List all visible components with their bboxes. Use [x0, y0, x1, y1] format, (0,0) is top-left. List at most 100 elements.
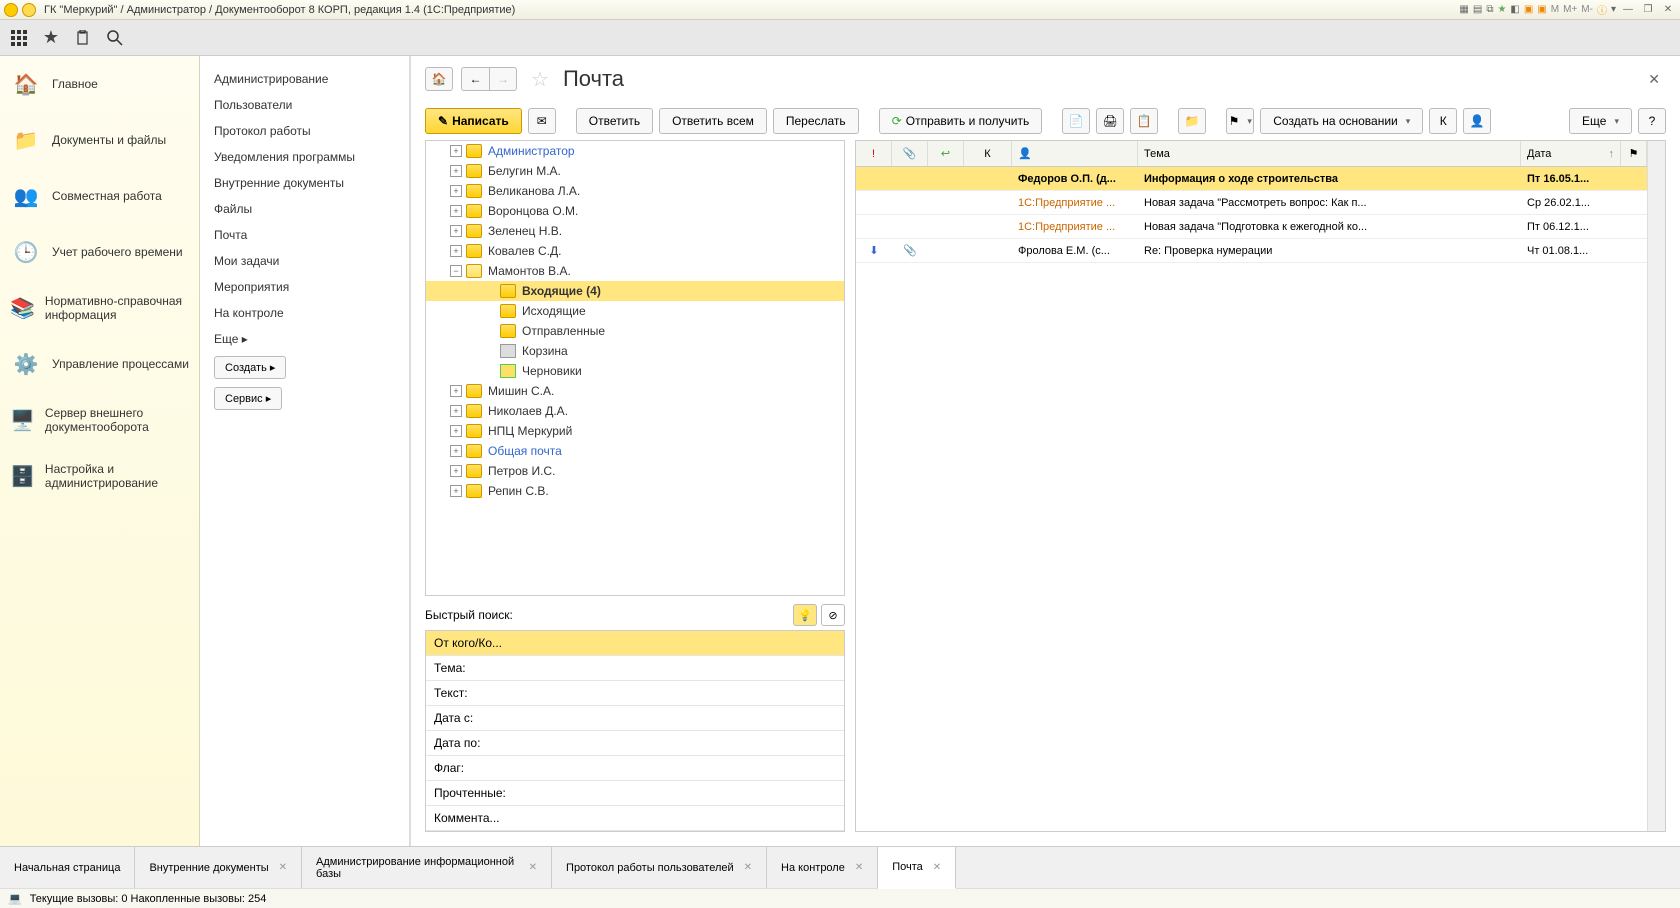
tree-toggle-icon[interactable]: + — [450, 385, 462, 397]
tree-toggle-icon[interactable]: + — [450, 205, 462, 217]
qs-bulb-button[interactable]: 💡 — [793, 604, 817, 626]
tb-icon-3[interactable]: 📋 — [1130, 108, 1158, 134]
message-row[interactable]: ⬇📎Фролова Е.М. (с...Re: Проверка нумерац… — [856, 239, 1647, 263]
back-button[interactable]: ← — [461, 67, 489, 91]
tb-icon-4[interactable]: 📁 — [1178, 108, 1206, 134]
tab-close-icon[interactable]: ✕ — [855, 862, 863, 873]
tree-item[interactable]: +Воронцова О.М. — [426, 201, 844, 221]
help-dd[interactable]: ▾ — [1611, 4, 1616, 15]
submenu-item[interactable]: Уведомления программы — [200, 144, 409, 170]
service-button[interactable]: Сервис ▸ — [214, 387, 282, 410]
tree-item[interactable]: −Мамонтов В.А. — [426, 261, 844, 281]
close-page-button[interactable]: ✕ — [1642, 71, 1666, 88]
nav-process[interactable]: ⚙️Управление процессами — [0, 336, 199, 392]
tb-icon-2[interactable]: ▤ — [1473, 4, 1482, 15]
submenu-item[interactable]: На контроле — [200, 300, 409, 326]
col-from-icon[interactable]: 👤 — [1012, 141, 1138, 166]
bottom-tab[interactable]: Протокол работы пользователей✕ — [552, 847, 767, 888]
tree-item[interactable]: +Николаев Д.А. — [426, 401, 844, 421]
tb-icon-3[interactable]: ⧉ — [1486, 4, 1493, 15]
qs-row[interactable]: Дата с: — [426, 706, 844, 731]
bottom-tab[interactable]: Начальная страница — [0, 847, 135, 888]
clipboard-icon[interactable] — [74, 29, 92, 47]
reply-all-button[interactable]: Ответить всем — [659, 108, 767, 134]
apps-icon[interactable] — [10, 29, 28, 47]
submenu-item[interactable]: Почта — [200, 222, 409, 248]
tb-icon-1[interactable]: 📄 — [1062, 108, 1090, 134]
tab-close-icon[interactable]: ✕ — [933, 862, 941, 873]
nav-admin[interactable]: 🗄️Настройка и администрирование — [0, 448, 199, 504]
tb-icon-6[interactable]: ▣ — [1537, 4, 1546, 15]
star-icon[interactable]: ★ — [42, 29, 60, 47]
search-icon[interactable] — [106, 29, 124, 47]
k-button[interactable]: К — [1429, 108, 1457, 134]
tb-mminus[interactable]: M- — [1581, 4, 1593, 15]
tab-close-icon[interactable]: ✕ — [744, 862, 752, 873]
col-subject[interactable]: Тема — [1138, 141, 1521, 166]
qs-row[interactable]: Дата по: — [426, 731, 844, 756]
tree-toggle-icon[interactable]: + — [450, 425, 462, 437]
col-priority-icon[interactable]: ! — [856, 141, 892, 166]
tree-item[interactable]: Черновики — [426, 361, 844, 381]
submenu-item[interactable]: Протокол работы — [200, 118, 409, 144]
bottom-tab[interactable]: На контроле✕ — [767, 847, 878, 888]
tree-item[interactable]: +Зеленец Н.В. — [426, 221, 844, 241]
more-button[interactable]: Еще — [1569, 108, 1632, 134]
tree-item[interactable]: +Администратор — [426, 141, 844, 161]
tree-item[interactable]: +Мишин С.А. — [426, 381, 844, 401]
message-row[interactable]: 1С:Предприятие ...Новая задача "Подготов… — [856, 215, 1647, 239]
nav-collab[interactable]: 👥Совместная работа — [0, 168, 199, 224]
tree-item[interactable]: Отправленные — [426, 321, 844, 341]
tree-toggle-icon[interactable]: + — [450, 485, 462, 497]
col-date[interactable]: Дата↑ — [1521, 141, 1621, 166]
tree-toggle-icon[interactable]: − — [450, 265, 462, 277]
nav-main[interactable]: 🏠Главное — [0, 56, 199, 112]
message-row[interactable]: Федоров О.П. (д...Информация о ходе стро… — [856, 167, 1647, 191]
nav-ref[interactable]: 📚Нормативно-справочная информация — [0, 280, 199, 336]
tb-icon-print[interactable]: 🖨 — [1096, 108, 1124, 134]
nav-server[interactable]: 🖥️Сервер внешнего документооборота — [0, 392, 199, 448]
tb-icon-5[interactable]: 👤 — [1463, 108, 1491, 134]
flag-dropdown[interactable]: ⚑ — [1226, 108, 1254, 134]
tb-icon-star[interactable]: ★ — [1497, 4, 1506, 15]
tree-item[interactable]: +Общая почта — [426, 441, 844, 461]
tree-item[interactable]: Корзина — [426, 341, 844, 361]
app-dropdown-icon[interactable] — [22, 3, 36, 17]
help-icon[interactable]: ⓘ — [1597, 2, 1607, 17]
tree-toggle-icon[interactable]: + — [450, 405, 462, 417]
favorite-star-icon[interactable]: ☆ — [531, 67, 549, 92]
tree-toggle-icon[interactable]: + — [450, 145, 462, 157]
forward-button[interactable]: Переслать — [773, 108, 859, 134]
fwd-button[interactable]: → — [489, 67, 517, 91]
tb-icon-5[interactable]: ▣ — [1524, 4, 1533, 15]
tree-item[interactable]: +Репин С.В. — [426, 481, 844, 501]
col-reply-icon[interactable]: ↩ — [928, 141, 964, 166]
qs-row[interactable]: Коммента... — [426, 806, 844, 831]
new-mail-button[interactable]: ✉ — [528, 108, 556, 134]
submenu-more[interactable]: Еще ▸ — [200, 326, 409, 352]
qs-row[interactable]: Флаг: — [426, 756, 844, 781]
reply-button[interactable]: Ответить — [576, 108, 653, 134]
tb-m[interactable]: M — [1551, 4, 1559, 15]
tree-item[interactable]: Исходящие — [426, 301, 844, 321]
col-attach-icon[interactable]: 📎 — [892, 141, 928, 166]
qs-row[interactable]: От кого/Ко... — [426, 631, 844, 656]
qs-row[interactable]: Текст: — [426, 681, 844, 706]
write-button[interactable]: ✎Написать — [425, 108, 522, 134]
submenu-item[interactable]: Файлы — [200, 196, 409, 222]
tree-toggle-icon[interactable]: + — [450, 165, 462, 177]
submenu-item[interactable]: Внутренние документы — [200, 170, 409, 196]
tab-close-icon[interactable]: ✕ — [279, 862, 287, 873]
maximize-button[interactable]: ❐ — [1640, 4, 1656, 15]
message-row[interactable]: 1С:Предприятие ...Новая задача "Рассмотр… — [856, 191, 1647, 215]
tab-close-icon[interactable]: ✕ — [529, 862, 537, 873]
submenu-item[interactable]: Администрирование — [200, 66, 409, 92]
qs-clear-button[interactable]: ⊘ — [821, 604, 845, 626]
bottom-tab[interactable]: Почта✕ — [878, 847, 956, 889]
tree-item[interactable]: Входящие (4) — [426, 281, 844, 301]
send-receive-button[interactable]: ⟳Отправить и получить — [879, 108, 1043, 134]
tree-toggle-icon[interactable]: + — [450, 245, 462, 257]
submenu-item[interactable]: Пользователи — [200, 92, 409, 118]
tree-item[interactable]: +Петров И.С. — [426, 461, 844, 481]
tree-toggle-icon[interactable]: + — [450, 445, 462, 457]
